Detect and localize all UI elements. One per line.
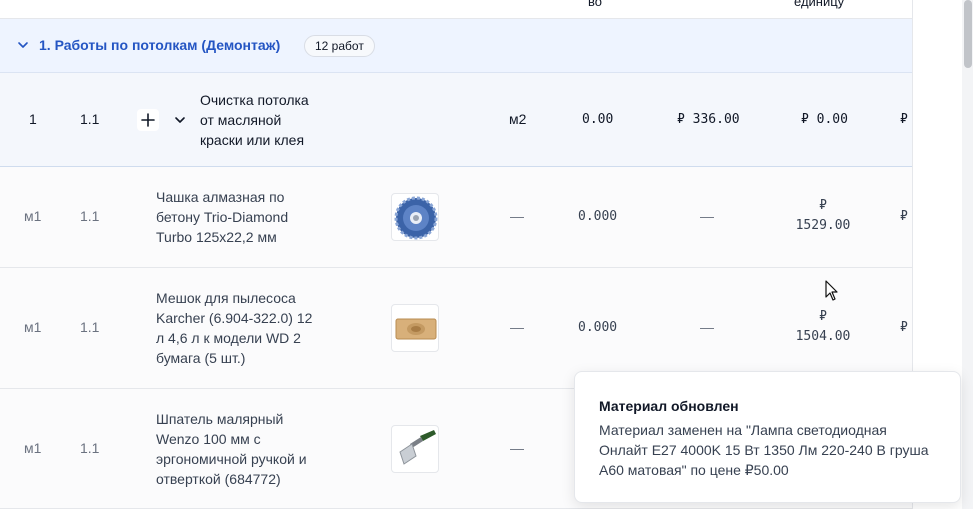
expand-work-button[interactable] bbox=[169, 109, 191, 131]
group-title[interactable]: 1. Работы по потолкам (Демонтаж) bbox=[39, 37, 280, 53]
group-row[interactable]: 1. Работы по потолкам (Демонтаж) 12 рабо… bbox=[0, 19, 912, 73]
material-name: Чашка алмазная по бетону Trio-Diamond Tu… bbox=[156, 187, 336, 247]
plus-icon bbox=[141, 113, 155, 127]
material-unit: — bbox=[510, 208, 524, 224]
material-code: 1.1 bbox=[80, 319, 100, 335]
material-price-per-unit: ₽ 1529.00 bbox=[793, 196, 853, 236]
vertical-scrollbar[interactable] bbox=[962, 0, 973, 509]
material-name-line: Turbo 125x22,2 мм bbox=[156, 229, 277, 245]
currency-symbol: ₽ bbox=[819, 198, 827, 213]
material-name-line: бумага (5 шт.) bbox=[156, 350, 246, 366]
scrollbar-thumb[interactable] bbox=[964, 0, 972, 68]
material-name: Мешок для пылесоса Karcher (6.904-322.0)… bbox=[156, 288, 336, 368]
work-row[interactable]: 1 1.1 Очистка потолка от масляной краски… bbox=[0, 73, 912, 167]
material-code: 1.1 bbox=[80, 208, 100, 224]
work-name-line: Очистка потолка bbox=[200, 92, 309, 108]
currency-symbol: ₽ bbox=[819, 309, 827, 324]
works-count-badge: 12 работ bbox=[304, 35, 375, 57]
work-name: Очистка потолка от масляной краски или к… bbox=[200, 90, 340, 150]
material-unit: — bbox=[510, 440, 524, 456]
price-value: 1529.00 bbox=[795, 218, 851, 233]
diamond-cup-wheel-image[interactable] bbox=[391, 193, 439, 241]
chevron-down-icon bbox=[175, 117, 185, 123]
material-price: — bbox=[700, 319, 714, 335]
work-name-line: от масляной bbox=[200, 112, 282, 128]
price-value: 1504.00 bbox=[795, 329, 851, 344]
mouse-cursor-icon bbox=[825, 280, 839, 302]
work-price: ₽ 336.00 bbox=[677, 112, 740, 127]
toast-title: Материал обновлен bbox=[599, 398, 739, 414]
material-quantity[interactable]: 0.000 bbox=[578, 320, 617, 335]
work-price-per-unit: ₽ 0.00 bbox=[801, 112, 848, 127]
toast-notification[interactable]: Материал обновлен Материал заменен на "Л… bbox=[574, 371, 961, 503]
material-name-line: Мешок для пылесоса bbox=[156, 290, 296, 306]
header-quantity: во bbox=[588, 0, 602, 9]
material-name-line: отверткой (684772) bbox=[156, 471, 281, 487]
material-index: м1 bbox=[24, 208, 42, 224]
material-name-line: эргономичной ручкой и bbox=[156, 451, 307, 467]
putty-knife-image[interactable] bbox=[391, 425, 439, 473]
material-total: ₽ bbox=[900, 320, 908, 335]
work-unit: м2 bbox=[509, 111, 527, 127]
estimate-table-view: во единицу 1. Работы по потолкам (Демонт… bbox=[0, 0, 973, 509]
material-price: — bbox=[700, 208, 714, 224]
material-price-per-unit: ₽ 1504.00 bbox=[793, 307, 853, 347]
material-name: Шпатель малярный Wenzo 100 мм с эргономи… bbox=[156, 409, 336, 489]
material-name-line: бетону Trio-Diamond bbox=[156, 209, 289, 225]
material-quantity[interactable]: 0.000 bbox=[578, 209, 617, 224]
material-total: ₽ bbox=[900, 209, 908, 224]
material-name-line: л 4,6 л к модели WD 2 bbox=[156, 330, 301, 346]
vacuum-bag-image[interactable] bbox=[391, 304, 439, 352]
material-unit: — bbox=[510, 319, 524, 335]
work-name-line: краски или клея bbox=[200, 132, 305, 148]
add-material-button[interactable] bbox=[137, 109, 159, 131]
toast-message: Материал заменен на "Лампа светодиодная … bbox=[599, 422, 929, 478]
chevron-down-icon[interactable] bbox=[16, 38, 30, 52]
material-index: м1 bbox=[24, 319, 42, 335]
material-index: м1 bbox=[24, 440, 42, 456]
material-name-line: Karcher (6.904-322.0) 12 bbox=[156, 310, 313, 326]
work-code: 1.1 bbox=[80, 111, 100, 127]
table-header: во единицу bbox=[0, 0, 912, 19]
material-name-line: Чашка алмазная по bbox=[156, 189, 285, 205]
material-row[interactable]: м1 1.1 Чашка алмазная по бетону Trio-Dia… bbox=[0, 167, 912, 268]
work-total: ₽ bbox=[900, 112, 908, 127]
work-quantity[interactable]: 0.00 bbox=[582, 112, 613, 127]
header-price-per-unit: единицу bbox=[794, 0, 845, 9]
material-code: 1.1 bbox=[80, 440, 100, 456]
work-index: 1 bbox=[29, 111, 37, 127]
material-name-line: Шпатель малярный bbox=[156, 411, 284, 427]
material-name-line: Wenzo 100 мм с bbox=[156, 431, 261, 447]
